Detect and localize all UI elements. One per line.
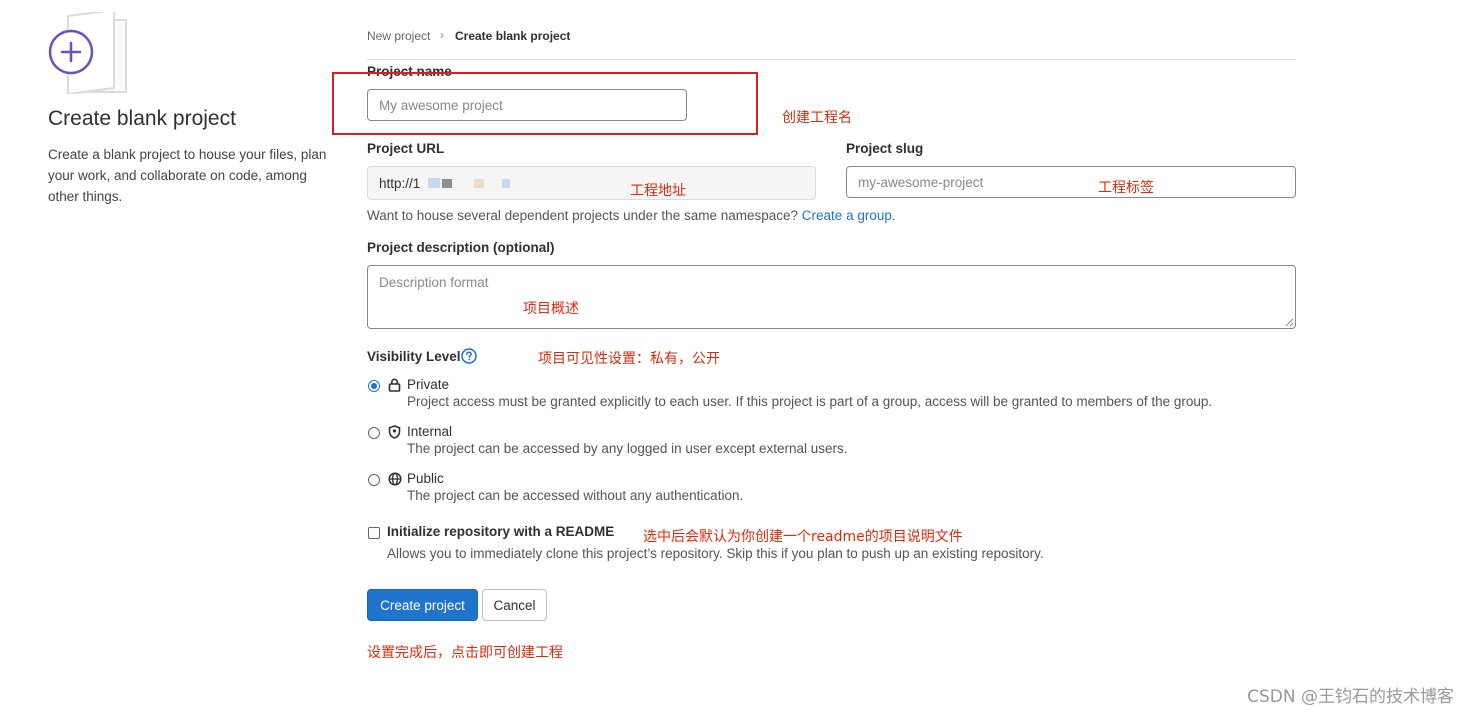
resize-handle-icon[interactable] — [1285, 318, 1294, 327]
annotation-project-url: 工程地址 — [630, 183, 686, 199]
project-url-label: Project URL — [367, 141, 445, 156]
watermark: CSDN @王钧石的技术博客 — [1247, 687, 1454, 707]
create-project-button[interactable]: Create project — [367, 589, 478, 621]
visibility-private-radio[interactable] — [368, 380, 380, 392]
redacted-url-segment — [442, 178, 453, 188]
group-hint: Want to house several dependent projects… — [367, 208, 896, 223]
annotation-visibility: 项目可见性设置：私有，公开 — [538, 351, 720, 367]
visibility-public-title: Public — [407, 471, 444, 486]
left-panel-description: Create a blank project to house your fil… — [48, 147, 327, 204]
visibility-internal-radio[interactable] — [368, 427, 380, 439]
project-slug-input[interactable]: my-awesome-project — [846, 166, 1296, 198]
annotation-create: 设置完成后，点击即可创建工程 — [367, 645, 563, 661]
project-slug-label: Project slug — [846, 141, 924, 156]
breadcrumb-new-project[interactable]: New project — [367, 29, 430, 43]
visibility-private-desc: Project access must be granted explicitl… — [407, 394, 1213, 409]
breadcrumb-current: Create blank project — [455, 29, 571, 43]
create-group-link[interactable]: Create a group. — [802, 208, 896, 223]
redacted-url-segment — [428, 178, 441, 188]
annotation-highlight-box — [332, 72, 758, 135]
redacted-url-segment — [474, 178, 485, 188]
annotation-readme: 选中后会默认为你创建一个readme的项目说明文件 — [643, 529, 963, 545]
readme-label: Initialize repository with a README — [387, 524, 615, 539]
project-url-input[interactable]: http://1 — [367, 166, 816, 200]
divider — [367, 59, 1296, 60]
annotation-description: 项目概述 — [523, 301, 579, 317]
readme-checkbox[interactable] — [368, 527, 380, 539]
annotation-project-slug: 工程标签 — [1098, 180, 1154, 196]
visibility-internal-desc: The project can be accessed by any logge… — [407, 441, 848, 456]
readme-desc: Allows you to immediately clone this pro… — [387, 546, 1044, 561]
create-project-illustration — [48, 12, 127, 94]
help-icon[interactable] — [461, 348, 477, 364]
redacted-url-segment — [502, 178, 511, 188]
group-hint-text: Want to house several dependent projects… — [367, 208, 799, 223]
annotation-project-name: 创建工程名 — [782, 110, 852, 126]
visibility-public-desc: The project can be accessed without any … — [407, 488, 744, 503]
visibility-level-label: Visibility Level — [367, 349, 461, 364]
cancel-button[interactable]: Cancel — [482, 589, 547, 621]
breadcrumb-separator-icon: › — [440, 28, 444, 42]
project-description-label: Project description (optional) — [367, 240, 555, 255]
lock-icon — [388, 378, 401, 392]
visibility-public-radio[interactable] — [368, 474, 380, 486]
visibility-internal-title: Internal — [407, 424, 453, 439]
project-description-textarea[interactable]: Description format — [367, 265, 1296, 329]
project-url-value: http://1 — [379, 175, 421, 191]
visibility-private-title: Private — [407, 377, 450, 392]
shield-icon — [388, 425, 401, 439]
globe-icon — [388, 472, 402, 486]
left-panel-title: Create blank project — [48, 107, 236, 130]
